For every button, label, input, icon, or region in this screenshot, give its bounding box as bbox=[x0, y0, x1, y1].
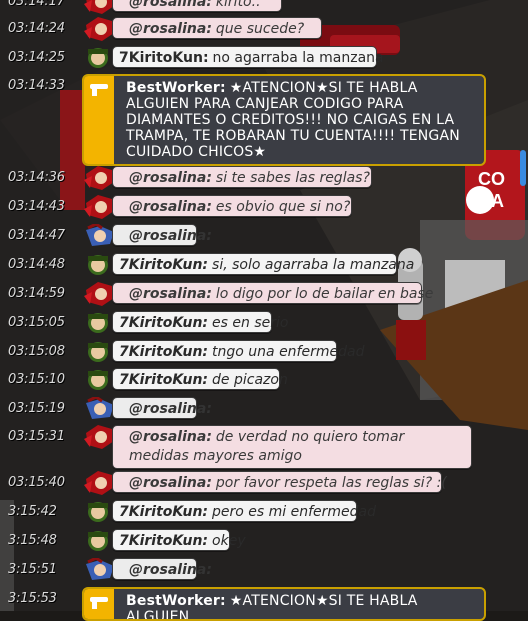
message-timestamp: 03:14:24 bbox=[8, 21, 65, 36]
message-timestamp: 03:15:40 bbox=[8, 475, 65, 490]
message-timestamp: 03:14:17 bbox=[8, 0, 65, 9]
message-text: tngo una enfermedad bbox=[212, 344, 365, 360]
message-text: es obvio que si no? bbox=[215, 199, 351, 215]
message-text: por favor respeta las reglas si? :( bbox=[215, 475, 447, 491]
message-text: lo digo por lo de bailar en base bbox=[215, 286, 434, 302]
chat-bubble[interactable]: @rosalina: por favor respeta las reglas s… bbox=[112, 471, 447, 493]
message-username[interactable]: 7KiritoKun: bbox=[119, 315, 208, 331]
message-timestamp: 03:15:10 bbox=[8, 372, 65, 387]
message-text: pero es mi enfermedad bbox=[212, 504, 377, 520]
message-username[interactable]: 7KiritoKun: bbox=[119, 257, 208, 273]
staff-alert-text: BestWorker: ★ATENCION★SI TE HABLA ALGUIEN bbox=[120, 589, 484, 619]
staff-badge-icon bbox=[84, 589, 114, 619]
message-timestamp: 03:14:36 bbox=[8, 170, 65, 185]
message-username[interactable]: 7KiritoKun: bbox=[119, 504, 208, 520]
message-timestamp: 03:14:48 bbox=[8, 257, 65, 272]
staff-alert-bubble[interactable]: BestWorker: ★ATENCION★SI TE HABLA ALGUIEN… bbox=[82, 74, 486, 166]
message-timestamp: 03:14:59 bbox=[8, 286, 65, 301]
message-username[interactable]: @rosalina: bbox=[129, 475, 212, 491]
message-username[interactable]: 7KiritoKun: bbox=[119, 372, 208, 388]
message-username[interactable]: 7KiritoKun: bbox=[119, 50, 209, 66]
message-timestamp: 03:15:05 bbox=[8, 315, 65, 330]
message-username[interactable]: @rosalina: bbox=[129, 562, 212, 578]
staff-alert-text: BestWorker: ★ATENCION★SI TE HABLA ALGUIEN… bbox=[120, 76, 484, 164]
message-username[interactable]: @rosalina: bbox=[129, 21, 212, 37]
message-username[interactable]: BestWorker: bbox=[126, 80, 226, 96]
message-timestamp: 3:15:53 bbox=[8, 591, 57, 606]
message-username[interactable]: @rosalina: bbox=[129, 0, 212, 10]
chat-bubble[interactable]: @rosalina: kirito.. bbox=[112, 0, 282, 12]
staff-badge-icon bbox=[84, 76, 114, 164]
chat-bubble[interactable]: 7KiritoKun: de picazon bbox=[112, 368, 288, 390]
message-username[interactable]: 7KiritoKun: bbox=[119, 533, 208, 549]
message-username[interactable]: BestWorker: bbox=[126, 593, 226, 609]
message-text: si, solo agarraba la manzana bbox=[212, 257, 415, 273]
chat-bubble[interactable]: @rosalina: si te sabes las reglas? bbox=[112, 166, 372, 188]
message-text: que sucede? bbox=[215, 21, 305, 37]
message-timestamp: 03:15:31 bbox=[8, 429, 65, 444]
message-text: si te sabes las reglas? bbox=[215, 170, 370, 186]
chat-bubble[interactable]: @rosalina: es obvio que si no? bbox=[112, 195, 352, 217]
message-timestamp: 03:14:43 bbox=[8, 199, 65, 214]
message-timestamp: 3:15:42 bbox=[8, 504, 57, 519]
chat-bubble[interactable]: 7KiritoKun: no agarraba la manzana bbox=[112, 46, 384, 68]
chat-bubble[interactable]: @rosalina: que sucede? bbox=[112, 17, 322, 39]
message-timestamp: 03:14:33 bbox=[8, 78, 65, 93]
message-timestamp: 3:15:51 bbox=[8, 562, 57, 577]
message-timestamp: 03:14:47 bbox=[8, 228, 65, 243]
message-timestamp: 03:14:25 bbox=[8, 50, 65, 65]
message-timestamp: 03:15:08 bbox=[8, 344, 65, 359]
message-timestamp: 03:15:19 bbox=[8, 401, 65, 416]
message-username[interactable]: @rosalina: bbox=[129, 199, 212, 215]
message-text: de picazon bbox=[212, 372, 288, 388]
staff-alert-bubble[interactable]: BestWorker: ★ATENCION★SI TE HABLA ALGUIEN bbox=[82, 587, 486, 621]
message-text: kirito.. bbox=[215, 0, 261, 10]
message-timestamp: 3:15:48 bbox=[8, 533, 57, 548]
message-username[interactable]: @rosalina: bbox=[129, 401, 212, 417]
message-text: okey bbox=[212, 533, 246, 549]
message-username[interactable]: @rosalina: bbox=[129, 228, 212, 244]
message-text: no agarraba la manzana bbox=[212, 50, 384, 66]
chat-bubble[interactable]: @rosalina: lo digo por lo de bailar en ba… bbox=[112, 282, 433, 304]
chat-bubble[interactable]: 7KiritoKun: pero es mi enfermedad bbox=[112, 500, 376, 522]
chat-bubble[interactable]: 7KiritoKun: si, solo agarraba la manzana bbox=[112, 253, 414, 275]
chat-scrollbar[interactable] bbox=[520, 150, 526, 186]
message-username[interactable]: @rosalina: bbox=[129, 286, 212, 302]
chat-bubble[interactable]: @rosalina: bbox=[112, 224, 212, 246]
message-username[interactable]: @rosalina: bbox=[129, 429, 212, 445]
chat-bubble[interactable]: @rosalina: de verdad no quiero tomar medi… bbox=[112, 425, 472, 469]
chat-bubble[interactable]: @rosalina: bbox=[112, 558, 212, 580]
message-username[interactable]: @rosalina: bbox=[129, 170, 212, 186]
chat-bubble[interactable]: 7KiritoKun: tngo una enfermedad bbox=[112, 340, 364, 362]
chat-bubble[interactable]: 7KiritoKun: okey bbox=[112, 529, 246, 551]
message-text: es en serio bbox=[212, 315, 289, 331]
chat-bubble[interactable]: 7KiritoKun: es en serio bbox=[112, 311, 288, 333]
chat-bubble[interactable]: @rosalina: bbox=[112, 397, 212, 419]
message-username[interactable]: 7KiritoKun: bbox=[119, 344, 208, 360]
